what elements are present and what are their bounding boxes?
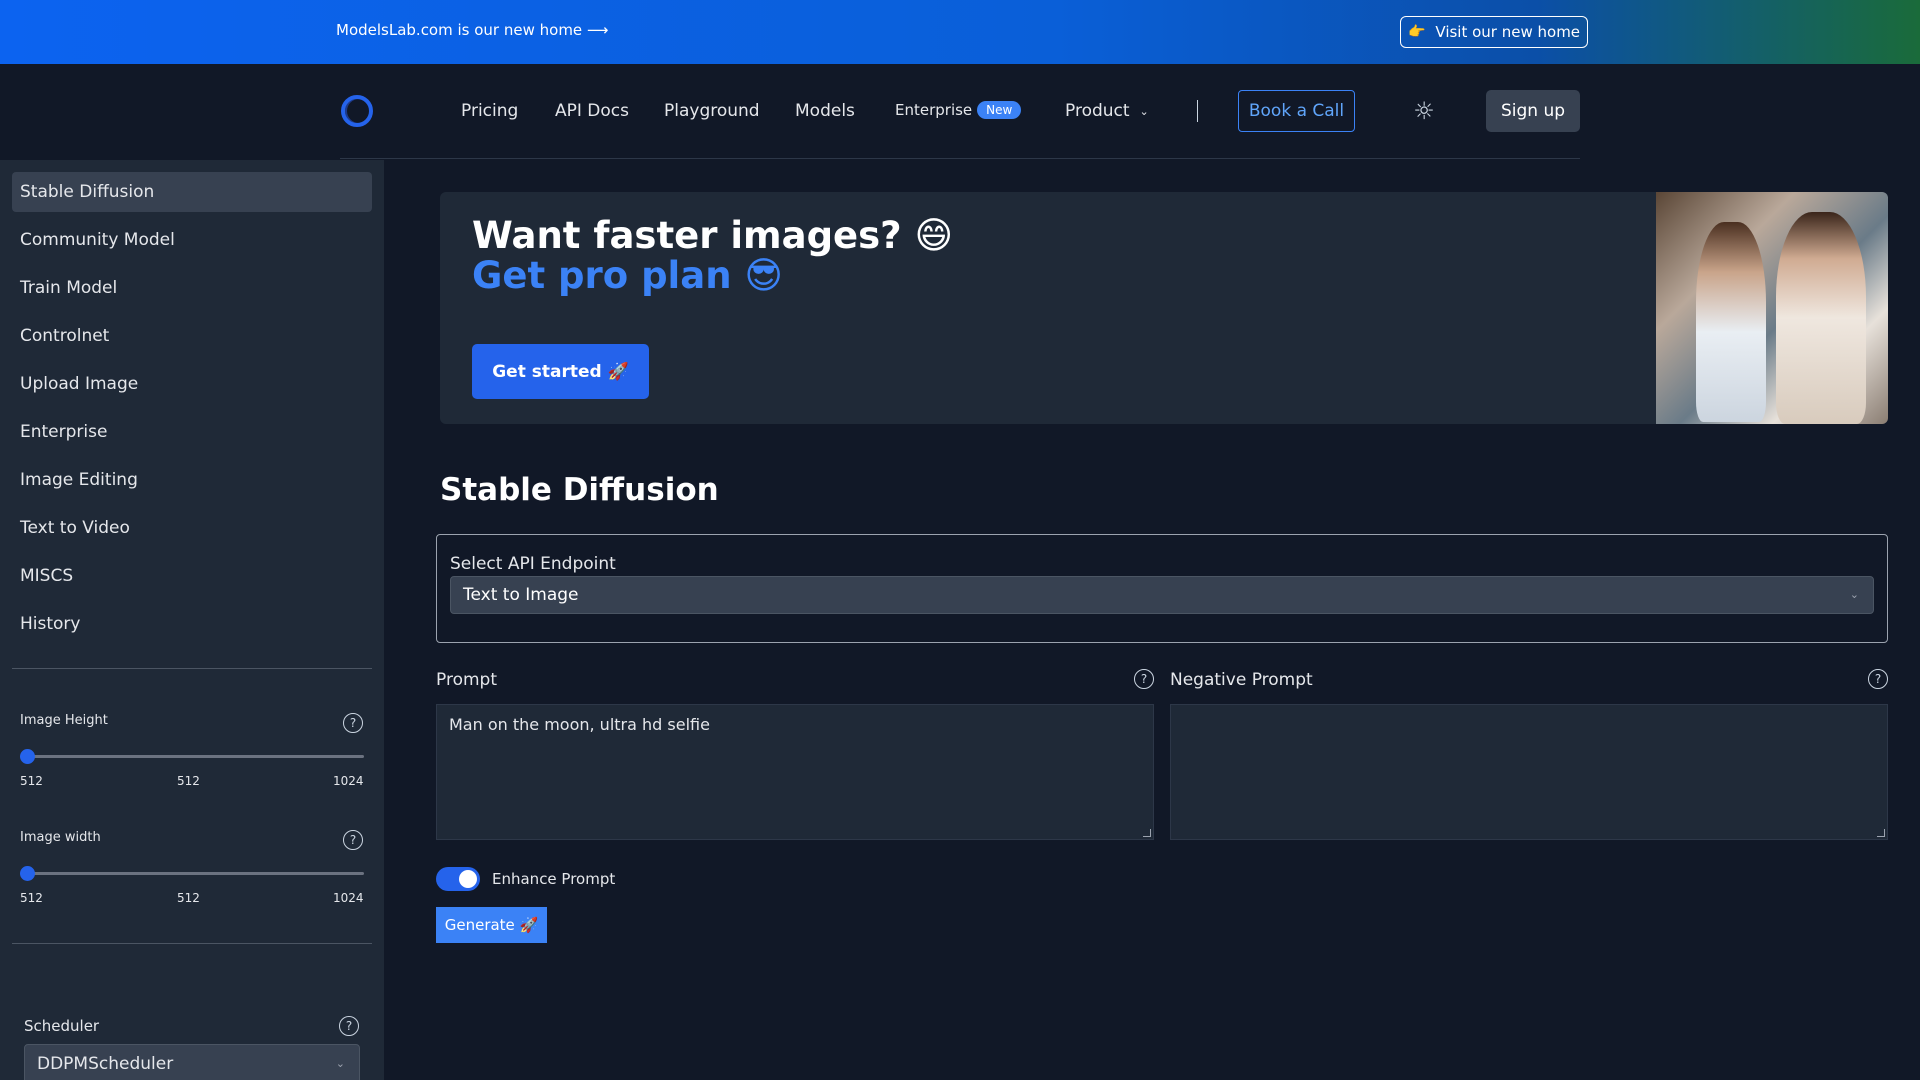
enhance-prompt-label: Enhance Prompt: [492, 870, 616, 888]
image-height-slider-handle[interactable]: [20, 749, 35, 764]
nav-enterprise-label: Enterprise: [895, 101, 973, 119]
help-icon[interactable]: ?: [1134, 669, 1154, 689]
nav-playground[interactable]: Playground: [664, 101, 760, 121]
image-width-label: Image width: [20, 830, 101, 845]
sidebar-item-community-model[interactable]: Community Model: [12, 220, 372, 260]
sun-icon[interactable]: ☼: [1411, 97, 1437, 125]
chevron-down-icon: ⌄: [1139, 104, 1149, 118]
book-a-call-button[interactable]: Book a Call: [1238, 90, 1355, 132]
sidebar-item-train-model[interactable]: Train Model: [12, 268, 372, 308]
endpoint-select[interactable]: Text to Image ⌄: [450, 576, 1874, 614]
nav-api-docs[interactable]: API Docs: [555, 101, 629, 121]
promo-figure: [1696, 222, 1766, 422]
scheduler-select[interactable]: DDPMScheduler ⌄: [24, 1044, 360, 1080]
endpoint-value: Text to Image: [463, 585, 579, 605]
endpoint-label: Select API Endpoint: [450, 554, 616, 574]
sidebar-divider: [12, 943, 372, 944]
sidebar-divider: [12, 668, 372, 669]
pointing-hand-icon: 👉: [1407, 24, 1426, 40]
resize-handle[interactable]: [1143, 829, 1151, 837]
nav-models[interactable]: Models: [795, 101, 855, 121]
sidebar-item-image-editing[interactable]: Image Editing: [12, 460, 372, 500]
image-height-label: Image Height: [20, 713, 108, 728]
visit-new-home-label: Visit our new home: [1435, 23, 1581, 41]
image-width-max: 1024: [333, 891, 364, 905]
promo-banner: Want faster images? 😄 Get pro plan 😎 Get…: [440, 192, 1888, 424]
sidebar-item-enterprise[interactable]: Enterprise: [12, 412, 372, 452]
image-width-slider[interactable]: [28, 872, 364, 875]
sidebar-item-stable-diffusion[interactable]: Stable Diffusion: [12, 172, 372, 212]
generate-button[interactable]: Generate 🚀: [436, 907, 547, 943]
image-height-value: 512: [177, 774, 200, 788]
nav-enterprise[interactable]: Enterprise New: [895, 101, 1022, 119]
get-started-button[interactable]: Get started 🚀: [472, 344, 649, 399]
toggle-knob: [459, 870, 477, 888]
image-width-min: 512: [20, 891, 43, 905]
page-title: Stable Diffusion: [440, 472, 719, 508]
image-height-max: 1024: [333, 774, 364, 788]
prompt-input[interactable]: Man on the moon, ultra hd selfie: [436, 704, 1154, 840]
chevron-down-icon: ⌄: [335, 1057, 345, 1070]
image-width-value: 512: [177, 891, 200, 905]
resize-handle[interactable]: [1877, 829, 1885, 837]
sign-up-button[interactable]: Sign up: [1486, 90, 1580, 132]
visit-new-home-button[interactable]: 👉 Visit our new home: [1400, 16, 1588, 48]
help-icon[interactable]: ?: [343, 713, 363, 733]
announcement-link[interactable]: ModelsLab.com is our new home ⟶: [336, 21, 608, 39]
logo[interactable]: [341, 95, 373, 127]
negative-prompt-input[interactable]: [1170, 704, 1888, 840]
promo-headline: Want faster images? 😄: [472, 214, 954, 257]
nav-product-dropdown[interactable]: Product ⌄: [1065, 101, 1149, 121]
header-divider: [340, 158, 1580, 159]
negative-prompt-label: Negative Prompt: [1170, 670, 1313, 690]
chevron-down-icon: ⌄: [1849, 588, 1859, 601]
sidebar-item-text-to-video[interactable]: Text to Video: [12, 508, 372, 548]
nav-divider: [1197, 100, 1198, 122]
scheduler-value: DDPMScheduler: [37, 1054, 174, 1074]
announcement-bar: ModelsLab.com is our new home ⟶ 👉 Visit …: [0, 0, 1920, 64]
help-icon[interactable]: ?: [343, 830, 363, 850]
prompt-label: Prompt: [436, 670, 497, 690]
sidebar-item-upload-image[interactable]: Upload Image: [12, 364, 372, 404]
help-icon[interactable]: ?: [1868, 669, 1888, 689]
prompt-text: Man on the moon, ultra hd selfie: [449, 715, 710, 734]
image-height-slider[interactable]: [28, 755, 364, 758]
sidebar: Stable Diffusion Community Model Train M…: [0, 160, 384, 1080]
new-badge: New: [977, 101, 1022, 119]
scheduler-label: Scheduler: [24, 1017, 100, 1035]
image-height-min: 512: [20, 774, 43, 788]
sidebar-item-miscs[interactable]: MISCS: [12, 556, 372, 596]
promo-figure: [1776, 212, 1866, 424]
promo-image: [1656, 192, 1888, 424]
sidebar-item-controlnet[interactable]: Controlnet: [12, 316, 372, 356]
image-width-slider-handle[interactable]: [20, 866, 35, 881]
enhance-prompt-toggle[interactable]: [436, 867, 480, 891]
sidebar-item-history[interactable]: History: [12, 604, 372, 644]
nav-product-label: Product: [1065, 101, 1130, 121]
help-icon[interactable]: ?: [339, 1016, 359, 1036]
promo-subheadline: Get pro plan 😎: [472, 254, 783, 297]
nav-pricing[interactable]: Pricing: [461, 101, 518, 121]
